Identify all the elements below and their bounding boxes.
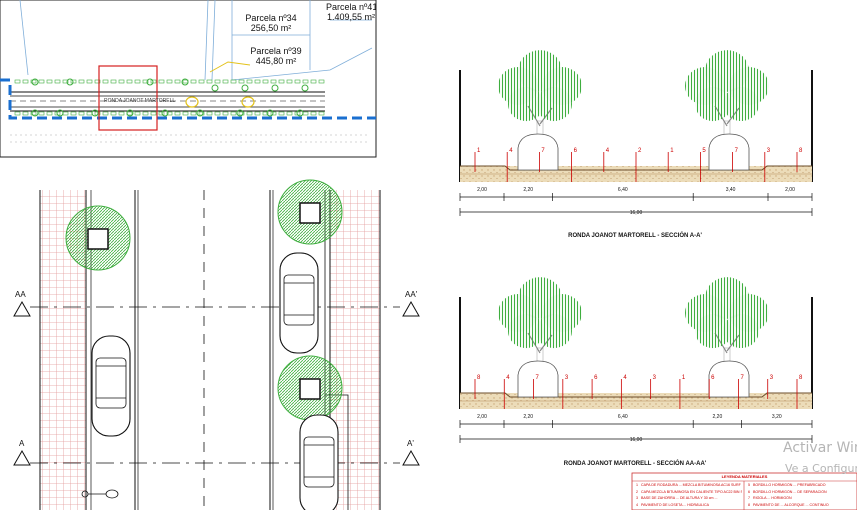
plan-view <box>13 179 420 510</box>
callout-number: 1 <box>682 375 686 381</box>
legend-item: 7 RIGOLA ... HORMIGÓN <box>748 496 854 500</box>
legend-item-number: 7 <box>748 496 750 500</box>
total-dimension-label: 16,00 <box>629 210 643 216</box>
section-mark-aa-label: AA <box>15 290 26 299</box>
legend-item: 3 BASE DE ZAHORRA ... DE ALTURA Y 30 cm .… <box>636 496 742 500</box>
legend-item: 6 BORDILLO HORMIGÓN ... DE SEPARACIÓN <box>748 490 854 494</box>
callout-number: 6 <box>574 148 578 154</box>
legend-item-text: RIGOLA ... HORMIGÓN <box>753 496 792 500</box>
tree-canopy <box>536 313 572 349</box>
callout-number: 8 <box>477 375 481 381</box>
callout-number: 3 <box>767 148 771 154</box>
legend-item-text: BORDILLO HORMIGÓN ... PREFABRICADO <box>753 483 826 487</box>
section-mark-a-label: A <box>19 439 25 448</box>
dimension-label: 2,20 <box>712 414 723 420</box>
callout-number: 5 <box>702 148 706 154</box>
dimension-label: 2,20 <box>523 187 534 193</box>
callout-number: 3 <box>770 375 774 381</box>
section-mark-aa-prime <box>402 300 420 317</box>
callout-number: 8 <box>799 148 803 154</box>
legend-item-number: 5 <box>748 483 750 487</box>
street-name-label: RONDA JOANOT MARTORELL <box>104 98 176 104</box>
legend-item-text: CAPA MEZCLA BITUMINOSA EN CALIENTE TIPO … <box>641 489 742 494</box>
callout-number: 1 <box>477 148 481 154</box>
tree-canopy <box>723 313 759 349</box>
legend-item-text: CAPA DE RODADURA ... MEZCLA BITUMINOSA A… <box>641 483 742 487</box>
dimension-label: 3,40 <box>725 187 736 193</box>
tree-canopy <box>723 86 759 122</box>
tree-canopy <box>536 86 572 122</box>
legend-item: 2 CAPA MEZCLA BITUMINOSA EN CALIENTE TIPO… <box>636 490 742 494</box>
legend-item-text: PAVIMENTO DE LOSETA ... HIDRÁULICA <box>641 502 710 507</box>
legend-item-number: 8 <box>748 502 750 507</box>
section-1-title: RONDA JOANOT MARTORELL - SECCIÓN A-A' <box>568 233 702 239</box>
legend-item: 5 BORDILLO HORMIGÓN ... PREFABRICADO <box>748 483 854 487</box>
legend-item-text: PAVIMENTO DE ... ALCORQUE ... CONTINUO <box>753 502 829 507</box>
legend-item-text: BASE DE ZAHORRA ... DE ALTURA Y 30 cm ..… <box>641 496 718 500</box>
callout-number: 4 <box>623 375 627 381</box>
callout-number: 6 <box>594 375 598 381</box>
section-car <box>517 133 559 171</box>
callout-number: 4 <box>606 148 610 154</box>
legend-item: 4 PAVIMENTO DE LOSETA ... HIDRÁULICA <box>636 503 742 507</box>
car <box>91 335 131 437</box>
site-plan-frame <box>0 0 377 158</box>
section-mark-a-prime-label: A' <box>407 439 414 448</box>
dimension-label: 2,00 <box>477 187 487 193</box>
legend-item: 8 PAVIMENTO DE ... ALCORQUE ... CONTINUO <box>748 503 854 507</box>
car <box>279 252 319 354</box>
dimension-label: 6,40 <box>617 414 628 420</box>
car <box>299 414 339 510</box>
parcel-41-name: Parcela nº41 <box>326 2 376 12</box>
parcel-34-name: Parcela nº34 <box>245 13 297 23</box>
total-dimension-label: 16,00 <box>629 437 643 443</box>
callout-number: 4 <box>509 148 513 154</box>
plan-tree <box>65 205 131 271</box>
section-mark-a <box>13 449 31 466</box>
activation-watermark-line1: Activar Windows <box>783 440 857 456</box>
legend-item-number: 6 <box>748 489 750 494</box>
dimension-label: 3,20 <box>771 414 782 420</box>
parcel-41-area: 1.409,55 m² <box>326 12 376 22</box>
site-plan <box>0 0 377 158</box>
callout-number: 1 <box>670 148 674 154</box>
section-mark-aa-prime-label: AA' <box>405 290 418 299</box>
section-car <box>708 133 750 171</box>
legend-item-number: 1 <box>636 483 638 487</box>
parcel-34-area: 256,50 m² <box>250 23 292 33</box>
legend-item-number: 2 <box>636 489 638 494</box>
legend-item-number: 4 <box>636 502 638 507</box>
dimension-label: 2,00 <box>477 414 487 420</box>
plan-tree <box>277 179 343 245</box>
callout-number: 2 <box>638 148 642 154</box>
callout-number: 8 <box>799 375 803 381</box>
callout-number: 3 <box>565 375 569 381</box>
parcel-39-name: Parcela nº39 <box>250 46 302 56</box>
legend-item-text: BORDILLO HORMIGÓN ... DE SEPARACIÓN <box>753 489 827 494</box>
dimension-label: 6,40 <box>617 187 628 193</box>
section-2-title: RONDA JOANOT MARTORELL - SECCIÓN AA-AA' <box>563 461 707 467</box>
activation-watermark-line2: Ve a Configuración <box>785 462 857 475</box>
callout-number: 4 <box>506 375 510 381</box>
section-mark-aa <box>13 300 31 317</box>
plan-tree <box>277 355 343 421</box>
callout-number: 3 <box>653 375 657 381</box>
legend-item-number: 3 <box>636 496 638 500</box>
section-mark-a-prime <box>402 449 420 466</box>
drawing-canvas: 14764215738 847364316738 <box>0 0 857 510</box>
parcel-39-area: 445,80 m² <box>255 56 297 66</box>
dimension-label: 2,00 <box>785 187 795 193</box>
dimension-label: 2,20 <box>523 414 534 420</box>
legend-item: 1 CAPA DE RODADURA ... MEZCLA BITUMINOSA … <box>636 483 742 487</box>
